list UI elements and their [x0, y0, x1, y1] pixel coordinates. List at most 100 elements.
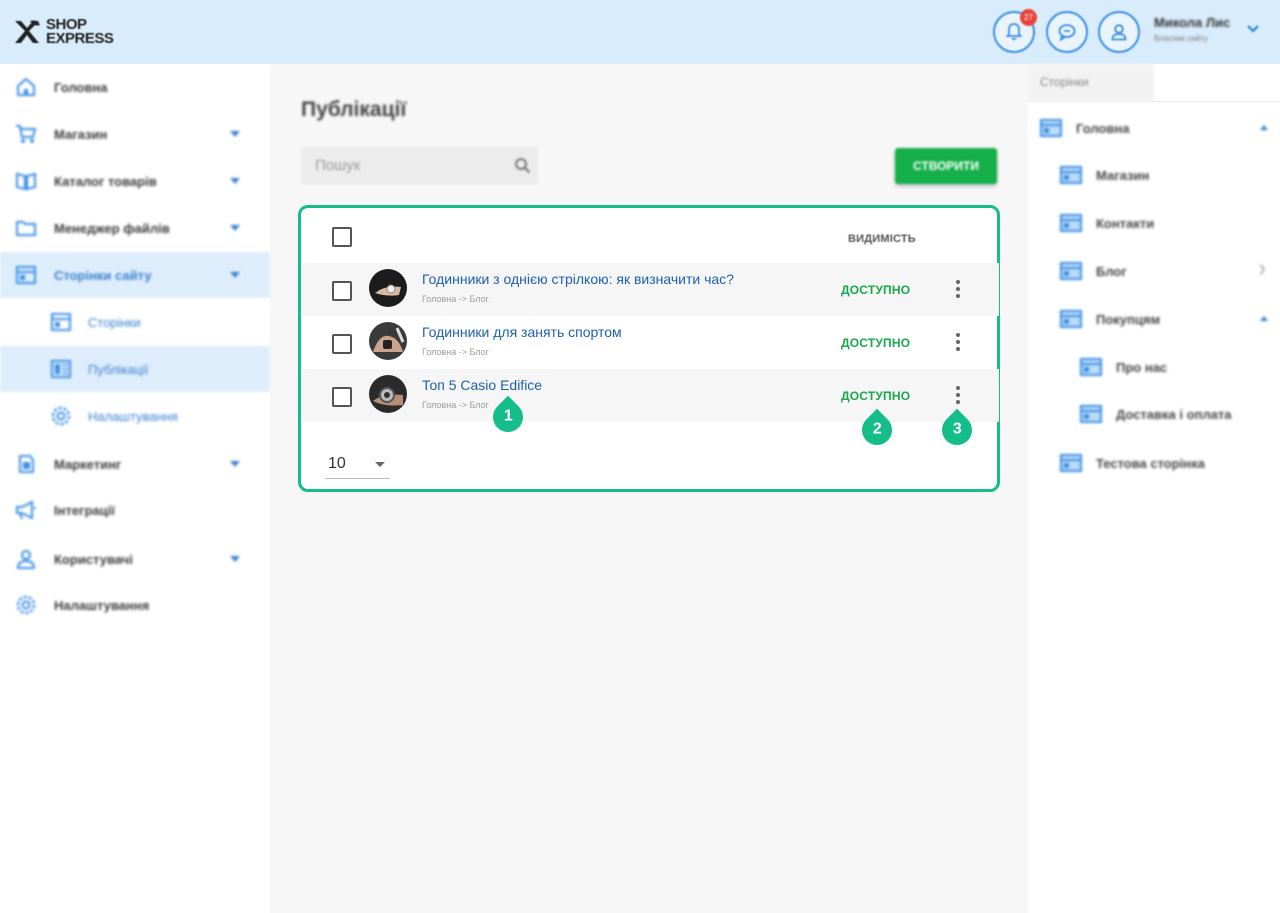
caret-up-icon[interactable] — [1260, 125, 1268, 130]
search-placeholder: Пошук — [315, 157, 361, 174]
tree-item-label: Контакти — [1096, 215, 1155, 231]
tree-item-about[interactable]: Про нас — [1080, 347, 1280, 387]
search-input[interactable]: Пошук — [301, 147, 538, 184]
more-actions-icon[interactable] — [952, 386, 964, 406]
sidebar-item-label: Головна — [54, 79, 108, 95]
sidebar-item-shop[interactable]: Магазин — [0, 111, 270, 157]
per-page-select[interactable]: 10 — [325, 451, 390, 479]
more-actions-icon[interactable] — [952, 280, 964, 300]
sidebar-item-pages[interactable]: Сторінки — [0, 299, 270, 345]
sidebar-item-label: Сторінки — [88, 314, 141, 330]
sidebar-item-label: Публікації — [88, 361, 149, 377]
status-badge: ДОСТУПНО — [841, 336, 911, 350]
sidebar-item-label: Інтеграції — [54, 502, 115, 518]
sidebar-item-label: Менеджер файлів — [54, 220, 170, 236]
post-thumbnail — [369, 375, 407, 413]
tree-item-home[interactable]: Головна — [1040, 108, 1280, 148]
tree-item-label: Про нас — [1116, 359, 1168, 375]
more-actions-icon[interactable] — [952, 333, 964, 353]
catalog-icon — [16, 172, 36, 191]
caret-up-icon[interactable] — [1260, 316, 1268, 321]
create-button[interactable]: СТВОРИТИ — [895, 148, 997, 184]
sidebar-item-settings[interactable]: Налаштування — [0, 582, 270, 628]
sidebar-item-page-settings[interactable]: Налаштування — [0, 393, 270, 439]
page-icon — [1060, 214, 1082, 232]
tree-item-label: Тестова сторінка — [1096, 455, 1205, 471]
notifications-button[interactable]: 27 — [993, 9, 1037, 53]
sidebar-item-users[interactable]: Користувачі — [0, 536, 270, 582]
page-icon — [1060, 262, 1082, 280]
panel-tabs: Сторінки — [1028, 64, 1280, 102]
sidebar-item-label: Маркетинг — [54, 456, 122, 472]
sidebar-item-home[interactable]: Головна — [0, 64, 270, 110]
tree-item-customers[interactable]: Покупцям — [1060, 299, 1280, 339]
tree-item-delivery[interactable]: Доставка і оплата — [1080, 394, 1280, 434]
post-path: Головна -> Блог — [422, 347, 489, 357]
home-icon — [17, 77, 35, 96]
gear-icon — [51, 406, 71, 426]
tree-item-contacts[interactable]: Контакти — [1060, 203, 1280, 243]
marketing-icon — [19, 455, 34, 473]
publications-table: ВИДИМІСТЬ Годинники з однією стрілкою: я… — [298, 205, 1000, 492]
sidebar-item-publications[interactable]: Публікації — [0, 346, 270, 392]
visibility-column-header: ВИДИМІСТЬ — [848, 233, 916, 245]
gear-icon — [16, 595, 36, 615]
users-icon — [16, 550, 36, 569]
page-icon — [1060, 166, 1082, 184]
pages-icon — [16, 266, 36, 284]
tab-pages[interactable]: Сторінки — [1028, 64, 1154, 102]
row-checkbox[interactable] — [332, 334, 352, 354]
page-icon — [1080, 358, 1102, 376]
post-title-link[interactable]: Годинники з однією стрілкою: як визначит… — [422, 271, 734, 287]
folder-icon — [16, 221, 36, 236]
table-row[interactable]: Годинники з однією стрілкою: як визначит… — [302, 263, 999, 316]
sidebar-item-label: Користувачі — [54, 551, 133, 567]
status-badge: ДОСТУПНО — [841, 389, 911, 403]
right-pages-panel: Сторінки Головна Магазин Контакти Блог ❯… — [1028, 64, 1280, 913]
sidebar-item-marketing[interactable]: Маркетинг — [0, 441, 270, 487]
tree-item-label: Магазин — [1096, 167, 1150, 183]
sidebar-item-file-manager[interactable]: Менеджер файлів — [0, 205, 270, 251]
user-role: Власник сайту — [1154, 34, 1208, 43]
row-checkbox[interactable] — [332, 281, 352, 301]
post-thumbnail — [369, 269, 407, 307]
post-title-link[interactable]: Годинники для занять спортом — [422, 324, 622, 340]
caret-down-icon — [230, 178, 240, 184]
messages-button[interactable] — [1046, 11, 1088, 53]
page-icon — [1060, 454, 1082, 472]
sidebar-item-label: Каталог товарів — [54, 173, 157, 189]
chevron-right-icon[interactable]: ❯ — [1258, 264, 1266, 275]
sidebar-item-catalog[interactable]: Каталог товарів — [0, 158, 270, 204]
publications-icon — [51, 360, 71, 378]
select-all-checkbox[interactable] — [332, 227, 352, 247]
sidebar-item-integrations[interactable]: Інтеграції — [0, 487, 270, 533]
page-title: Публікації — [301, 98, 407, 121]
tree-item-shop[interactable]: Магазин — [1060, 155, 1280, 195]
table-row[interactable]: Годинники для занять спортом Головна -> … — [302, 316, 999, 369]
row-checkbox[interactable] — [332, 387, 352, 407]
post-thumbnail — [369, 322, 407, 360]
chat-icon — [1058, 24, 1076, 42]
chevron-down-icon[interactable] — [1246, 24, 1260, 34]
user-name[interactable]: Микола Лис — [1154, 15, 1230, 30]
sidebar-item-label: Магазин — [54, 126, 108, 142]
tree-item-label: Доставка і оплата — [1116, 406, 1232, 422]
post-title-link[interactable]: Топ 5 Casio Edifice — [422, 377, 542, 393]
search-icon[interactable] — [514, 157, 531, 174]
tree-item-blog[interactable]: Блог ❯ — [1060, 251, 1280, 291]
tree-item-test-page[interactable]: Тестова сторінка — [1060, 443, 1280, 483]
sidebar-item-site-pages[interactable]: Сторінки сайту — [0, 252, 270, 298]
post-path: Головна -> Блог — [422, 400, 489, 410]
logo-line-2: EXPRESS — [46, 30, 114, 47]
profile-button[interactable] — [1098, 11, 1140, 53]
sidebar-item-label: Сторінки сайту — [54, 267, 152, 283]
sidebar-item-label: Налаштування — [88, 408, 178, 424]
caret-down-icon — [230, 225, 240, 231]
tree-item-label: Головна — [1076, 120, 1130, 136]
user-icon — [1111, 24, 1127, 41]
table-row[interactable]: Топ 5 Casio Edifice Головна -> Блог ДОСТ… — [302, 369, 999, 422]
shop-express-logo[interactable]: SHOP EXPRESS — [12, 14, 114, 50]
bell-icon — [1005, 23, 1023, 41]
tree-item-label: Блог — [1096, 263, 1127, 279]
megaphone-icon — [16, 500, 36, 520]
